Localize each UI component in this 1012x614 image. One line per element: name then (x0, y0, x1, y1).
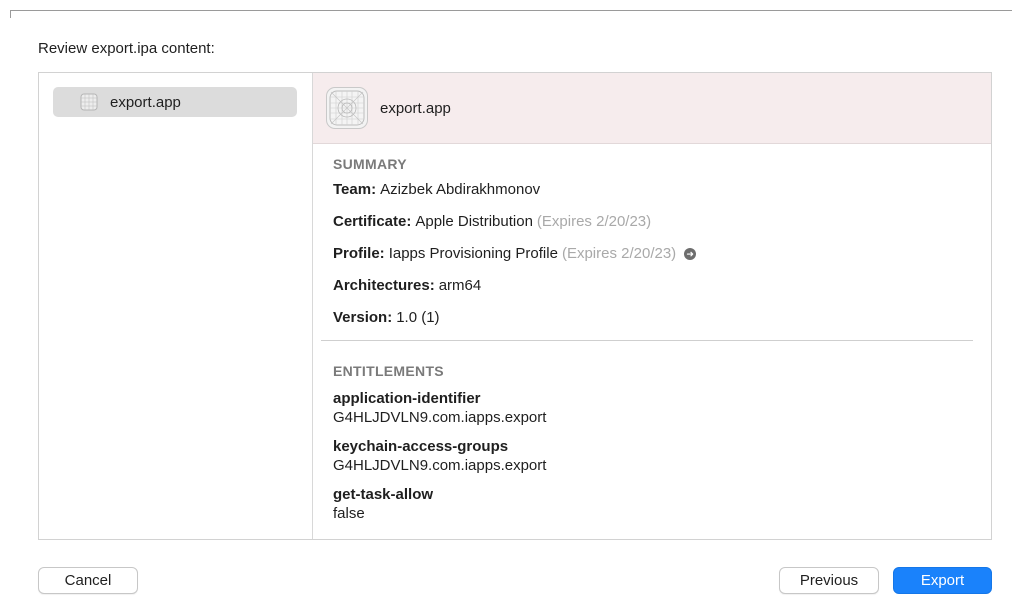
architectures-value: arm64 (438, 277, 482, 294)
app-blueprint-icon (326, 87, 368, 129)
content-panel: export.app export.app SUMMARY Team: Aziz… (38, 72, 992, 540)
window-edge (10, 10, 1012, 11)
app-grid-icon (80, 93, 98, 111)
entitlement-value: G4HLJDVLN9.com.iapps.export (333, 409, 547, 426)
sheet-prompt: Review export.ipa content: (38, 40, 215, 57)
summary-section: SUMMARY Team: Azizbek Abdirakhmonov Cert… (313, 156, 991, 328)
entitlement-value: G4HLJDVLN9.com.iapps.export (333, 457, 547, 474)
version-key: Version: (333, 309, 393, 326)
profile-key: Profile: (333, 245, 385, 262)
sidebar-item-label: export.app (110, 93, 181, 111)
arrow-circle-right-icon[interactable]: ➜ (684, 248, 697, 260)
team-row: Team: Azizbek Abdirakhmonov (333, 180, 991, 200)
cancel-button[interactable]: Cancel (38, 567, 138, 594)
export-sheet: Review export.ipa content: export.app ex… (0, 0, 1012, 614)
previous-button[interactable]: Previous (779, 567, 879, 594)
detail-title: export.app (380, 99, 451, 117)
entitlement-key: get-task-allow (333, 486, 434, 503)
architectures-key: Architectures: (333, 277, 435, 294)
certificate-value: Apple Distribution (415, 213, 533, 230)
detail-pane: export.app SUMMARY Team: Azizbek Abdirak… (313, 73, 991, 539)
entitlements-heading: ENTITLEMENTS (333, 363, 444, 379)
list-item: keychain-access-groups G4HLJDVLN9.com.ia… (333, 437, 991, 475)
certificate-expiry: (Expires 2/20/23) (536, 213, 652, 230)
entitlement-key: application-identifier (333, 390, 481, 407)
version-value: 1.0 (1) (396, 309, 440, 326)
entitlements-section: ENTITLEMENTS application-identifier G4HL… (313, 363, 991, 523)
profile-row: Profile: Iapps Provisioning Profile (Exp… (333, 244, 991, 264)
export-button[interactable]: Export (893, 567, 992, 594)
entitlement-key: keychain-access-groups (333, 438, 509, 455)
certificate-row: Certificate: Apple Distribution (Expires… (333, 212, 991, 232)
version-row: Version: 1.0 (1) (333, 308, 991, 328)
profile-value: Iapps Provisioning Profile (388, 245, 558, 262)
sidebar-item-export-app[interactable]: export.app (53, 87, 297, 117)
detail-header: export.app (313, 73, 991, 144)
window-edge-corner (10, 10, 11, 18)
section-divider (321, 340, 973, 341)
profile-expiry: (Expires 2/20/23) (561, 245, 677, 262)
summary-heading: SUMMARY (333, 156, 407, 172)
architectures-row: Architectures: arm64 (333, 276, 991, 296)
team-value: Azizbek Abdirakhmonov (380, 181, 541, 198)
entitlement-value: false (333, 505, 365, 522)
list-item: application-identifier G4HLJDVLN9.com.ia… (333, 389, 991, 427)
sidebar: export.app (39, 73, 313, 539)
certificate-key: Certificate: (333, 213, 412, 230)
team-key: Team: (333, 181, 377, 198)
list-item: get-task-allow false (333, 485, 991, 523)
